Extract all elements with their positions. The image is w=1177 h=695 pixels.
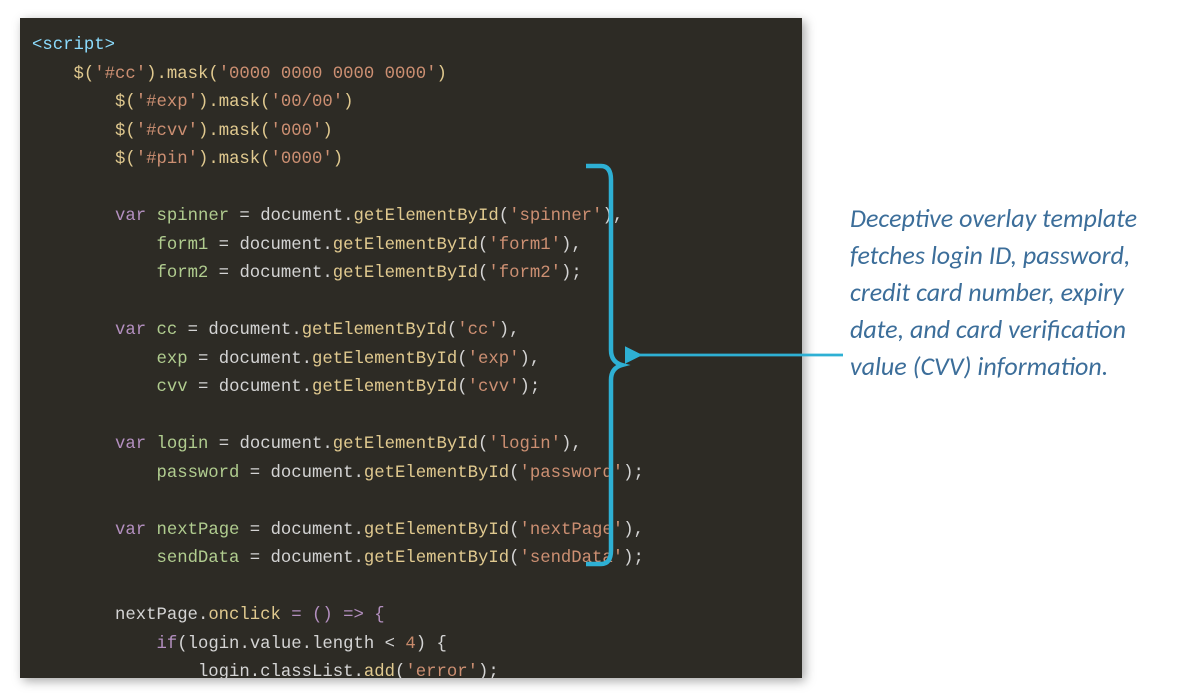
code-line-18: var nextPage = document.getElementById('… (32, 521, 644, 540)
code-line-1: <script> (32, 36, 115, 55)
code-line-11: var cc = document.getElementById('cc'), (32, 321, 519, 340)
code-line-2: $('#cc').mask('0000 0000 0000 0000') (32, 65, 447, 84)
code-line-12: exp = document.getElementById('exp'), (32, 350, 540, 369)
code-line-8: form1 = document.getElementById('form1')… (32, 236, 582, 255)
code-line-15: var login = document.getElementById('log… (32, 435, 582, 454)
code-line-13: cvv = document.getElementById('cvv'); (32, 378, 540, 397)
code-line-3: $('#exp').mask('00/00') (32, 93, 354, 112)
code-line-9: form2 = document.getElementById('form2')… (32, 264, 582, 283)
annotation-text: Deceptive overlay template fetches login… (850, 200, 1150, 385)
code-line-23: login.classList.add('error'); (32, 663, 499, 678)
code-panel: <script> $('#cc').mask('0000 0000 0000 0… (20, 18, 802, 678)
code-line-5: $('#pin').mask('0000') (32, 150, 343, 169)
code-line-19: sendData = document.getElementById('send… (32, 549, 644, 568)
code-line-4: $('#cvv').mask('000') (32, 122, 333, 141)
code-line-21: nextPage.onclick = () => { (32, 606, 385, 625)
code-line-22: if(login.value.length < 4) { (32, 635, 447, 654)
code-line-16: password = document.getElementById('pass… (32, 464, 644, 483)
code-line-7: var spinner = document.getElementById('s… (32, 207, 623, 226)
